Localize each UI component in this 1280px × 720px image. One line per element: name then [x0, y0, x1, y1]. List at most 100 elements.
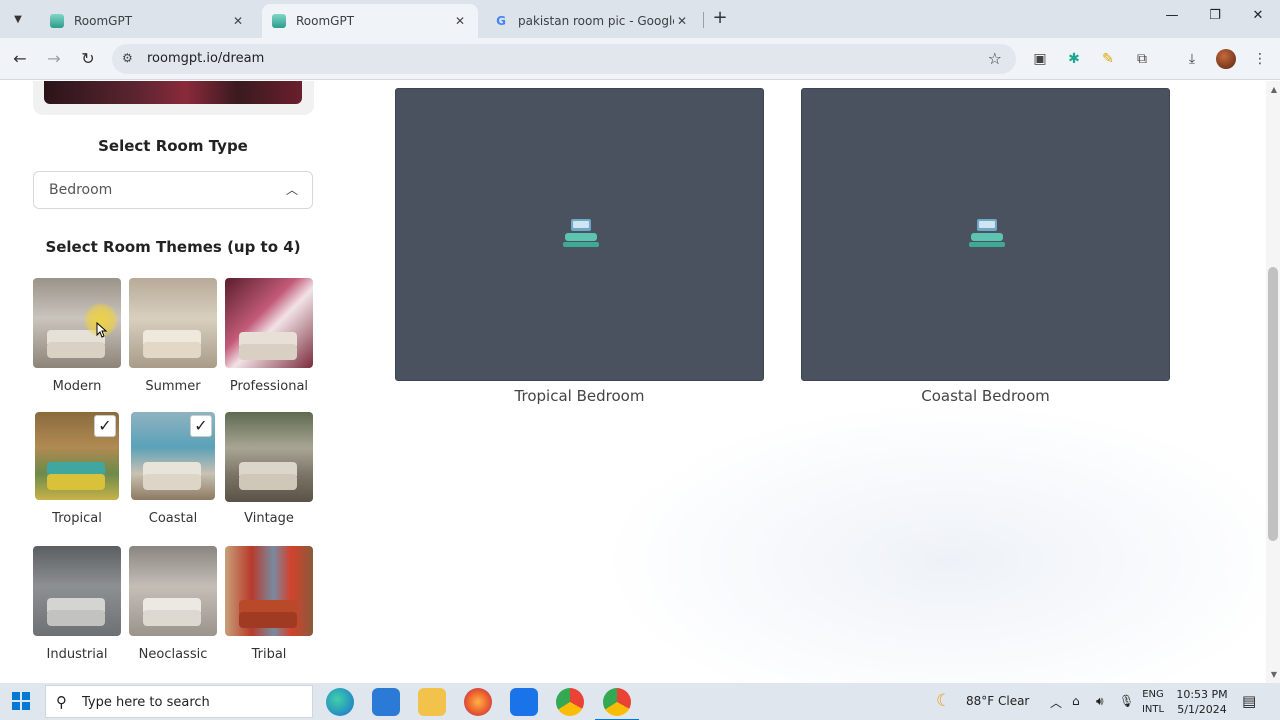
tab-roomgpt-active[interactable]: RoomGPT ✕	[262, 4, 478, 38]
scrollbar-thumb[interactable]	[1268, 267, 1278, 541]
roomgpt-favicon-icon	[50, 14, 64, 28]
page-scrollbar[interactable]: ▲ ▼	[1266, 81, 1280, 683]
theme-tropical[interactable]: ✓ Tropical	[33, 412, 121, 526]
theme-coastal[interactable]: ✓ Coastal	[129, 412, 217, 526]
microsoft-store-icon[interactable]	[372, 688, 400, 716]
windows-taskbar: ⚲ Type here to search ☾ 88°F Clear ︿ ⌂ 🔊…	[0, 683, 1280, 720]
theme-tribal[interactable]: Tribal	[225, 546, 313, 662]
edge-browser-icon[interactable]	[326, 688, 354, 716]
address-bar[interactable]: ⚙ roomgpt.io/dream ☆	[112, 44, 1016, 74]
theme-neoclassic-image	[129, 546, 217, 636]
more-menu-icon[interactable]: ⋮	[1250, 49, 1270, 69]
chevron-up-icon: ︿	[285, 183, 298, 197]
downloads-icon[interactable]: ⤓	[1182, 49, 1202, 69]
mail-icon[interactable]	[510, 688, 538, 716]
theme-label: Tropical	[52, 511, 102, 526]
tab-strip: ▼ RoomGPT ✕ RoomGPT ✕ G pakistan room pi…	[0, 0, 1280, 38]
tab-google-search[interactable]: G pakistan room pic - Google Se ✕	[484, 4, 700, 38]
sofa-shape	[239, 612, 297, 628]
taskbar-search[interactable]: ⚲ Type here to search	[45, 685, 313, 718]
result-label-coastal: Coastal Bedroom	[921, 387, 1050, 405]
language-code: ENG	[1142, 689, 1164, 700]
theme-tropical-image: ✓	[35, 412, 119, 500]
keyboard-layout: INTL	[1141, 704, 1165, 715]
result-card-tropical	[395, 88, 764, 381]
roomgpt-favicon-icon	[272, 14, 286, 28]
extension-pencil-icon[interactable]: ✎	[1098, 49, 1118, 69]
mouse-cursor-icon	[96, 322, 108, 338]
tab-roomgpt-1[interactable]: RoomGPT ✕	[40, 4, 256, 38]
theme-label: Vintage	[244, 511, 294, 526]
theme-vintage[interactable]: Vintage	[225, 412, 313, 526]
search-placeholder: Type here to search	[82, 695, 210, 710]
sofa-shape	[47, 474, 105, 490]
firefox-icon[interactable]	[464, 688, 492, 716]
system-clock[interactable]: 10:53 PM 5/1/2024	[1172, 687, 1232, 717]
notifications-icon[interactable]: ▤	[1242, 692, 1256, 710]
tab-title: pakistan room pic - Google Se	[518, 14, 674, 28]
sofa-shape	[143, 474, 201, 490]
room-themes-heading: Select Room Themes (up to 4)	[45, 238, 301, 256]
weather-text[interactable]: 88°F Clear	[966, 694, 1029, 708]
weather-moon-icon[interactable]: ☾	[936, 691, 951, 711]
checkmark-icon: ✓	[190, 415, 212, 437]
site-settings-icon[interactable]: ⚙	[122, 51, 133, 65]
extension-pin-icon[interactable]: ✱	[1064, 49, 1084, 69]
file-explorer-icon[interactable]	[418, 688, 446, 716]
theme-vintage-image	[225, 412, 313, 502]
result-label-tropical: Tropical Bedroom	[514, 387, 645, 405]
tab-close-icon[interactable]: ✕	[230, 14, 246, 28]
network-icon[interactable]: ⌂	[1072, 694, 1080, 708]
reload-icon[interactable]: ↻	[77, 48, 99, 70]
microphone-icon[interactable]: 🎙︎	[1119, 694, 1134, 708]
tab-close-icon[interactable]: ✕	[452, 14, 468, 28]
windows-start-icon[interactable]	[12, 692, 30, 710]
extension-screenshot-icon[interactable]: ▣	[1030, 49, 1050, 69]
scroll-up-arrow-icon[interactable]: ▲	[1271, 85, 1277, 94]
theme-summer[interactable]: Summer	[129, 278, 217, 394]
theme-industrial[interactable]: Industrial	[33, 546, 121, 662]
extensions-puzzle-icon[interactable]: ⧉	[1132, 49, 1152, 69]
theme-label: Professional	[229, 379, 309, 394]
back-arrow-icon[interactable]: ←	[9, 48, 31, 70]
theme-summer-image	[129, 278, 217, 368]
scroll-down-arrow-icon[interactable]: ▼	[1271, 670, 1277, 679]
result-card-coastal	[801, 88, 1170, 381]
volume-icon[interactable]: 🔊︎	[1096, 694, 1104, 709]
chrome-active-icon[interactable]	[595, 688, 639, 720]
minimize-button[interactable]: —	[1157, 8, 1187, 23]
theme-professional[interactable]: Professional	[225, 278, 313, 394]
room-type-value: Bedroom	[49, 182, 113, 198]
close-window-button[interactable]: ✕	[1243, 8, 1273, 23]
theme-label: Coastal	[148, 511, 198, 526]
sofa-shape	[239, 344, 297, 360]
theme-label: Neoclassic	[138, 647, 208, 662]
chrome-icon[interactable]	[556, 688, 584, 716]
restore-button[interactable]: ❐	[1200, 8, 1230, 23]
theme-coastal-image: ✓	[131, 412, 215, 500]
theme-label: Summer	[145, 379, 201, 394]
tray-chevron-up-icon[interactable]: ︿	[1050, 694, 1062, 711]
room-type-select[interactable]: Bedroom ︿	[33, 171, 313, 209]
tab-close-icon[interactable]: ✕	[674, 14, 690, 28]
theme-label: Industrial	[46, 647, 108, 662]
sofa-shape	[239, 474, 297, 490]
tab-search-chevron-icon[interactable]: ▼	[6, 8, 30, 30]
theme-label: Modern	[52, 379, 102, 394]
theme-tribal-image	[225, 546, 313, 636]
profile-avatar[interactable]	[1216, 49, 1236, 69]
forward-arrow-icon[interactable]: →	[43, 48, 65, 70]
browser-toolbar: ← → ↻ ⚙ roomgpt.io/dream ☆ ▣ ✱ ✎ ⧉ ⤓ ⋮	[0, 38, 1280, 80]
loading-bed-icon	[969, 219, 1005, 247]
bookmark-star-icon[interactable]: ☆	[988, 49, 1002, 68]
theme-label: Tribal	[251, 647, 287, 662]
new-tab-button[interactable]: +	[710, 8, 730, 30]
url-text[interactable]: roomgpt.io/dream	[147, 51, 264, 66]
theme-neoclassic[interactable]: Neoclassic	[129, 546, 217, 662]
sofa-shape	[47, 610, 105, 626]
language-indicator[interactable]: ENG INTL	[1138, 687, 1168, 717]
loading-bed-icon	[563, 219, 599, 247]
page-content: Select Room Type Bedroom ︿ Select Room T…	[0, 81, 1280, 683]
sofa-shape	[143, 342, 201, 358]
tab-title: RoomGPT	[296, 14, 355, 28]
